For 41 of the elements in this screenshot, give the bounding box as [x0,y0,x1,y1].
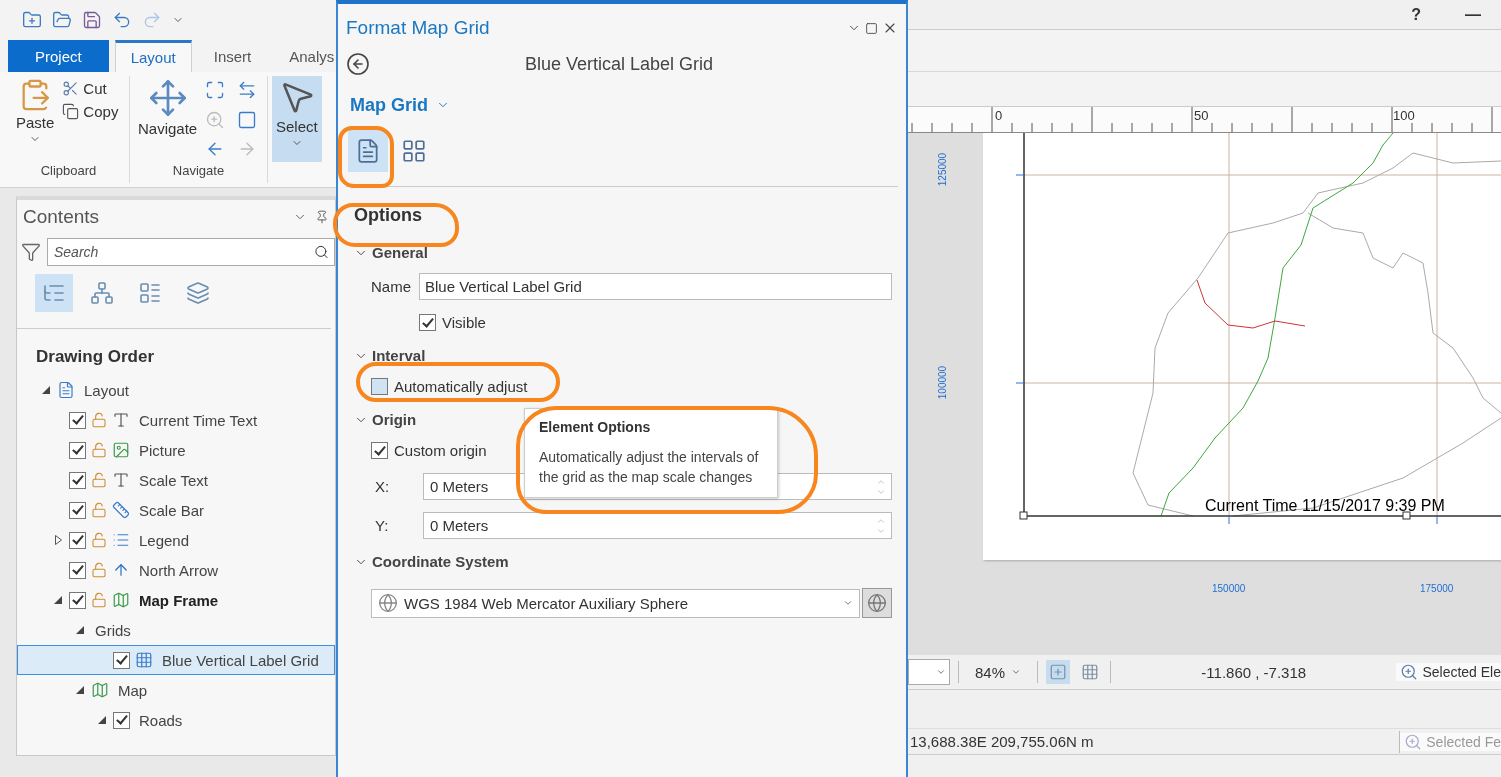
group-title: General [372,244,428,261]
tree-label: Picture [139,441,186,459]
tree-label: North Arrow [139,561,219,579]
element-title: Blue Vertical Label Grid [523,53,715,75]
group-title: Interval [372,347,426,364]
panel-title: Contents [23,206,101,228]
view-heading: Drawing Order [35,346,156,368]
tree-label: Map Frame [139,591,219,609]
grid-label: 100000 [937,365,949,400]
field-label: Name [371,278,411,295]
field-label: Y: [375,517,390,534]
field-label: X: [375,478,391,495]
pane-title: Format Map Grid [346,17,491,39]
section-title: Options [354,205,422,226]
coordinates: -11.860 , -7.318 [1200,663,1308,681]
grid-label: 150000 [1212,583,1246,594]
ruler-number: 100 [1393,108,1415,123]
group-label: Clipboard [39,163,98,180]
tree-label: Grids [95,621,131,639]
group-title: Origin [372,411,417,428]
coordinates: 13,688.38E 209,755.06N m [910,733,1095,750]
tree-label: Layout [84,381,130,399]
tree-label: Map [118,681,148,699]
ruler-number: 0 [995,108,1003,123]
ruler-number: 50 [1194,108,1209,123]
tree-label: Legend [139,531,190,549]
checkbox-label: Custom origin [394,442,487,459]
group-title: Coordinate System [372,553,509,570]
tooltip-text: Automatically adjust the intervals of the grid as the map scale changes [539,448,760,487]
tree-label: Scale Bar [139,501,205,519]
checkbox-label: Automatically adjust [394,378,528,395]
map-text: Current Time 11/15/2017 9:39 PM [1205,497,1445,515]
checkbox-label: Visible [442,314,486,331]
tree-label: Scale Text [139,471,208,489]
tree-label: Blue Vertical Label Grid [162,651,319,669]
grid-label: 125000 [937,152,949,187]
group-label: Navigate [171,163,226,180]
tooltip-title: Element Options [539,419,652,435]
grid-label: 175000 [1420,583,1454,594]
tree-label: Roads [139,711,183,729]
tree-label: Current Time Text [139,411,258,429]
